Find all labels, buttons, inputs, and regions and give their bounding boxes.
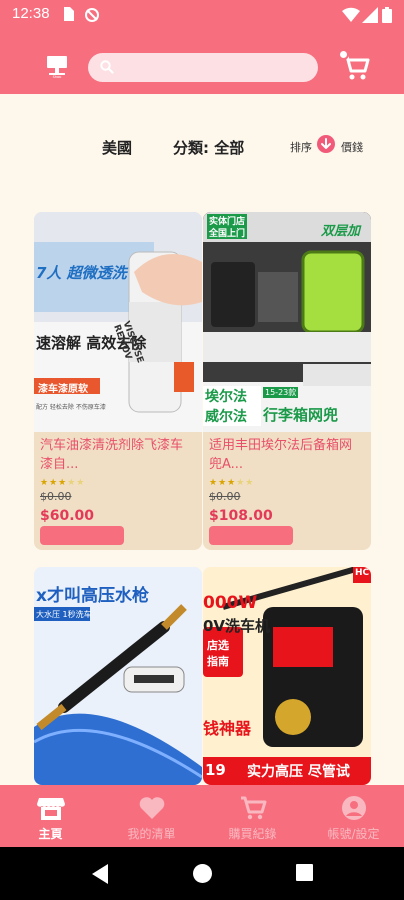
image-text: 漆车漆原软 (38, 384, 88, 395)
star-icon: ★★★ (209, 478, 237, 488)
product-rating: ★★★★★ (209, 478, 254, 488)
header-cart-button[interactable] (338, 49, 370, 82)
search-box[interactable] (88, 53, 318, 82)
product-card[interactable]: 实体门店 全国上门 双层加 15-23款 埃尔法 威尔法 行李箱网兜 适用丰田埃… (203, 212, 371, 550)
home-icon[interactable] (193, 864, 212, 883)
cart-badge (338, 49, 349, 60)
add-to-cart-button[interactable] (209, 526, 293, 545)
image-text: 7人 超微透洗 (36, 264, 127, 282)
shop-logo-icon[interactable]: Shop (44, 54, 70, 78)
account-icon (342, 796, 366, 820)
image-text: 0V洗车机 (203, 617, 271, 635)
nav-item-my-list[interactable]: 我的清單 (101, 785, 202, 847)
image-text: 指南 (207, 655, 229, 668)
back-icon[interactable] (92, 864, 110, 884)
status-bar: 12:38 (0, 0, 404, 30)
search-input[interactable] (120, 56, 310, 78)
image-text: 店选 (207, 639, 229, 652)
category-selector[interactable]: 分類: 全部 (173, 137, 244, 158)
arrow-down-icon (321, 138, 331, 149)
image-text: 配方 轻松去除 不伤原车漆 (36, 404, 106, 411)
nav-item-purchase-history[interactable]: 購買紀錄 (202, 785, 303, 847)
product-rating: ★★★★★ (40, 478, 85, 488)
image-text: x才叫高压水枪 (36, 586, 149, 606)
product-image[interactable]: x才叫高压水枪 大水压 1秒洗车 (34, 567, 202, 785)
product-card[interactable]: 7人 超微透洗 速溶解 高效去除 漆车漆原软 配方 轻松去除 不伤原车漆 VIS… (34, 212, 202, 550)
image-text: 000W (203, 593, 258, 613)
product-image[interactable]: 实体门店 全国上门 双层加 15-23款 埃尔法 威尔法 行李箱网兜 (203, 212, 371, 432)
region-selector[interactable]: 美國 (102, 137, 132, 158)
recents-icon[interactable] (296, 864, 313, 881)
status-time: 12:38 (12, 5, 50, 22)
nav-label: 主頁 (38, 827, 63, 841)
image-text: 19 (205, 761, 226, 779)
cart-icon (241, 796, 267, 820)
image-text: 钱神器 (203, 719, 252, 738)
add-to-cart-button[interactable] (40, 526, 124, 545)
product-card[interactable]: 000W 0V洗车机 店选 指南 钱神器 19 实力高压 尽管试 HC (203, 567, 371, 785)
product-card[interactable]: x才叫高压水枪 大水压 1秒洗车 (34, 567, 202, 785)
image-text: 全国上门 (207, 226, 248, 239)
image-text: 埃尔法 (205, 389, 247, 405)
star-outline-icon: ★★ (67, 478, 86, 488)
sort-value[interactable]: 價錢 (341, 139, 363, 155)
sort-direction-button[interactable] (317, 135, 335, 153)
product-image[interactable]: 7人 超微透洗 速溶解 高效去除 漆车漆原软 配方 轻松去除 不伤原车漆 VIS… (34, 212, 202, 432)
app-header: Shop (0, 30, 404, 94)
filter-bar: 美國 分類: 全部 排序 價錢 (0, 94, 404, 198)
product-old-price: $0.00 (40, 490, 72, 503)
product-image[interactable]: 000W 0V洗车机 店选 指南 钱神器 19 实力高压 尽管试 HC (203, 567, 371, 785)
nav-label: 購買紀錄 (228, 827, 277, 841)
svg-text:Shop: Shop (53, 75, 63, 78)
nav-label: 我的清單 (127, 827, 176, 841)
sim-card-icon (64, 7, 74, 21)
signal-icon (362, 7, 378, 23)
nav-item-home[interactable]: 主頁 (0, 785, 101, 847)
product-name[interactable]: 适用丰田埃尔法后备箱网兜A... (209, 436, 359, 474)
system-navigation-bar (0, 847, 404, 900)
image-text: 双层加 (321, 224, 361, 239)
wifi-icon (342, 7, 360, 23)
nav-item-account-settings[interactable]: 帳號/設定 (303, 785, 404, 847)
store-icon (37, 798, 65, 820)
image-text: 15-23款 (263, 387, 299, 398)
product-old-price: $0.00 (209, 490, 241, 503)
star-icon: ★★★ (40, 478, 68, 488)
battery-icon (382, 7, 392, 23)
data-saver-icon (85, 8, 99, 22)
image-text: 实力高压 尽管试 (247, 764, 350, 780)
nav-label: 帳號/設定 (327, 827, 380, 841)
image-text: 威尔法 (205, 409, 247, 425)
product-name[interactable]: 汽车油漆清洗剂除飞漆车漆自... (40, 436, 190, 474)
sort-label: 排序 (290, 141, 312, 154)
product-price: $108.00 (209, 508, 273, 524)
image-text: 大水压 1秒洗车 (36, 610, 92, 619)
bottom-navigation: 主頁 我的清單 購買紀錄 帳號/設定 (0, 785, 404, 847)
star-outline-icon: ★★ (236, 478, 255, 488)
heart-icon (139, 797, 165, 819)
product-price: $60.00 (40, 508, 95, 524)
image-text: 行李箱网兜 (263, 406, 339, 424)
image-text: HC (355, 568, 370, 578)
search-icon (100, 60, 114, 74)
